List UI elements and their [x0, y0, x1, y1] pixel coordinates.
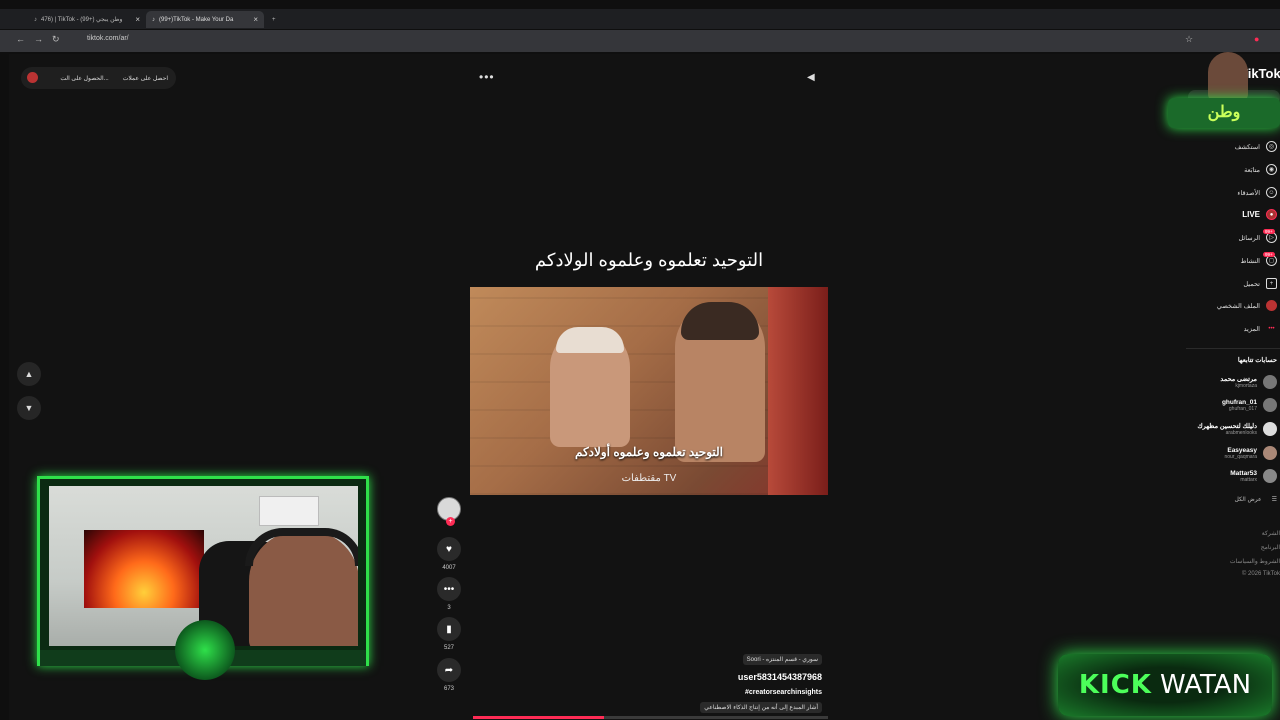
following-accounts-heading: حسابات تتابعها: [1237, 357, 1277, 364]
author-name[interactable]: user5831454387968: [620, 672, 822, 682]
video-curtain: [768, 287, 828, 495]
follow-plus-icon[interactable]: +: [446, 517, 455, 526]
avatar[interactable]: [27, 72, 38, 83]
new-tab-button[interactable]: +: [266, 11, 282, 28]
brand-text: وطن: [1168, 98, 1280, 128]
close-tab-icon[interactable]: ×: [135, 15, 140, 24]
sidebar-item-more[interactable]: المزيد •••: [1186, 323, 1280, 334]
video-title: التوحيد تعلموه وعلموه الولادكم: [534, 250, 764, 270]
sidebar-item-activity[interactable]: النشاط ◻ 99+: [1186, 252, 1280, 266]
avatar: [1263, 469, 1277, 483]
avatar: [1263, 375, 1277, 389]
tiktok-favicon-icon: ♪: [152, 16, 155, 23]
footer-link-program[interactable]: البرنامج: [1186, 544, 1280, 551]
footer-copyright: © 2026 TikTok: [1241, 571, 1280, 577]
browser-tab-2[interactable]: ♪ (99+)TikTok - Make Your Da ×: [146, 11, 264, 28]
creator-avatar[interactable]: +: [437, 497, 461, 526]
tv-fireplace: [84, 530, 204, 608]
forward-icon[interactable]: →: [34, 34, 43, 44]
messages-badge: 99+: [1263, 229, 1275, 234]
channel-watermark: مقتطفات TV: [621, 473, 677, 484]
sidebar-item-upload[interactable]: تحميل +: [1186, 278, 1280, 289]
sidebar-item-following[interactable]: متابَعة ◉: [1186, 164, 1280, 175]
next-video-chevron-down-icon[interactable]: ▼: [17, 396, 41, 420]
following-account-item[interactable]: Mattar53 mattarx: [1180, 469, 1277, 483]
list-icon: ☰: [1271, 497, 1277, 503]
activity-icon: ◻ 99+: [1263, 252, 1277, 266]
sidebar-item-messages[interactable]: الرسائل ▷ 99+: [1186, 229, 1280, 243]
following-account-item[interactable]: دليلك لتحسين مظهرك arabmenlooks: [1180, 422, 1277, 436]
video-player[interactable]: التوحيد تعلموه وعلموه أولادكم مقتطفات TV: [470, 287, 828, 495]
previous-video-chevron-up-icon[interactable]: ▲: [17, 362, 41, 386]
child-figure: [675, 302, 765, 462]
headset-icon: [245, 528, 358, 566]
progress-fill: [473, 716, 605, 719]
cap: [556, 327, 624, 353]
profile-icon[interactable]: ●: [1254, 34, 1259, 44]
following-account-item[interactable]: ghufran_01 ghufran_017: [1180, 398, 1277, 412]
comment-count: 3: [447, 605, 451, 611]
save-count: 527: [443, 645, 454, 651]
sidebar-item-explore[interactable]: استكشف ◎: [1186, 141, 1280, 152]
video-progress-bar[interactable]: [473, 716, 828, 719]
upload-icon: +: [1266, 278, 1277, 289]
watan-text: WATAN: [1159, 670, 1252, 700]
more-icon: •••: [1268, 325, 1275, 332]
sidebar-item-profile[interactable]: الملف الشخصي: [1186, 300, 1280, 311]
url-field[interactable]: tiktok.com/ar/: [87, 35, 129, 42]
comment-icon[interactable]: •••: [437, 577, 461, 601]
following-account-item[interactable]: مرتضى محمد kjmortaza: [1180, 375, 1277, 389]
avatar: [1263, 422, 1277, 436]
like-count: 4007: [442, 565, 456, 571]
back-icon[interactable]: ←: [16, 34, 25, 44]
messages-icon: ▷ 99+: [1263, 229, 1277, 243]
share-count: 673: [443, 686, 454, 692]
child-figure: [550, 327, 630, 447]
bookmark-star-icon[interactable]: ☆: [1185, 34, 1193, 45]
following-account-item[interactable]: Easyeasy nour_qaqmara: [1180, 446, 1277, 460]
compass-icon: ◎: [1266, 141, 1277, 152]
video-caption: التوحيد تعلموه وعلموه أولادكم: [574, 445, 724, 459]
address-bar: [0, 30, 1280, 52]
hair: [681, 302, 759, 340]
streamer-brand-badge: وطن: [1168, 52, 1280, 132]
get-app-button[interactable]: الحصول على الت...: [60, 75, 108, 82]
top-action-pill: الحصول على الت... احصل على عملات: [21, 67, 176, 89]
get-coins-button[interactable]: احصل على عملات: [123, 75, 168, 82]
kick-watan-banner: KICK WATAN: [1058, 654, 1272, 716]
reload-icon[interactable]: ↻: [52, 34, 60, 45]
avatar: [1263, 446, 1277, 460]
sidebar-item-friends[interactable]: الأصدقاء ☺: [1186, 187, 1280, 198]
kick-text: KICK: [1078, 670, 1152, 700]
streamer-logo-badge: [175, 620, 235, 680]
bookmark-icon[interactable]: ▮: [437, 617, 461, 641]
avatar: [1263, 398, 1277, 412]
divider: [1186, 348, 1280, 349]
hashtag-link[interactable]: #creatorsearchinsights: [620, 689, 822, 696]
browser-tab-1[interactable]: ♪ 476) | TikTok - وطن يبجي (+99) ×: [28, 11, 146, 28]
activity-badge: 99+: [1263, 252, 1275, 257]
show-all-button[interactable]: عرض الكل ☰: [1186, 496, 1277, 503]
profile-icon: [1266, 300, 1277, 311]
footer-link-terms[interactable]: الشروط والسياسات: [1186, 558, 1280, 565]
ai-generated-label: أشار المبدع إلى أنه من إنتاج الذكاء الاص…: [700, 702, 822, 713]
sound-tag[interactable]: Soori - سوري - قسم المنتزه: [742, 654, 822, 665]
volume-icon[interactable]: ◀: [807, 72, 815, 83]
streamer-face: [1208, 52, 1248, 102]
close-tab-icon[interactable]: ×: [253, 15, 258, 24]
sidebar-item-live[interactable]: LIVE ●: [1186, 209, 1280, 220]
shelf: [259, 496, 319, 526]
tiktok-favicon-icon: ♪: [34, 16, 37, 23]
share-icon[interactable]: ➦: [437, 658, 461, 682]
video-info: Soori - سوري - قسم المنتزه user583145438…: [620, 648, 822, 714]
friends-icon: ☺: [1266, 187, 1277, 198]
following-icon: ◉: [1266, 164, 1277, 175]
live-icon: ●: [1266, 209, 1277, 220]
like-heart-icon[interactable]: ♥: [437, 537, 461, 561]
more-options-icon[interactable]: •••: [479, 70, 495, 84]
footer-link-company[interactable]: الشركة: [1186, 530, 1280, 537]
